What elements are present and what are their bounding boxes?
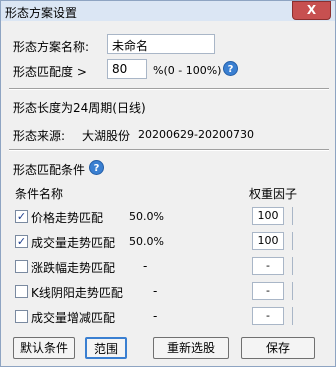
condition-name-header: 条件名称: [15, 187, 64, 201]
volume-change-label[interactable]: 成交量增减匹配: [31, 309, 115, 326]
kline-trend-label[interactable]: K线阴阳走势匹配: [31, 284, 123, 301]
match-range-text: %(0 - 100%): [153, 64, 222, 77]
title-bar[interactable]: 形态方案设置 X: [1, 1, 335, 21]
conditions-title: 形态匹配条件: [13, 163, 86, 177]
kline-trend-weight-spinner[interactable]: [284, 282, 293, 300]
kline-trend-percent: -: [153, 284, 158, 298]
change-trend-weight-spinner[interactable]: [284, 257, 293, 275]
change-trend-checkbox[interactable]: [15, 260, 28, 273]
separator: [9, 149, 329, 151]
volume-change-weight[interactable]: -: [252, 307, 284, 325]
change-trend-weight[interactable]: -: [252, 257, 284, 275]
scheme-name-input[interactable]: 未命名: [107, 34, 215, 54]
volume-trend-weight[interactable]: 100: [252, 232, 284, 250]
range-button[interactable]: 范围: [85, 337, 127, 359]
price-trend-weight-spinner[interactable]: [284, 207, 293, 225]
save-button[interactable]: 保存: [241, 337, 315, 359]
scheme-name-label: 形态方案名称:: [13, 40, 90, 54]
pattern-length-text: 形态长度为24周期(日线): [13, 101, 146, 115]
close-button[interactable]: X: [292, 1, 331, 20]
reselect-stocks-button[interactable]: 重新选股: [153, 337, 229, 359]
volume-trend-weight-spinner[interactable]: [284, 232, 293, 250]
window-title: 形态方案设置: [5, 6, 78, 20]
pattern-source-label: 形态来源:: [13, 129, 66, 143]
volume-change-checkbox[interactable]: [15, 310, 28, 323]
help-icon[interactable]: ?: [223, 61, 238, 76]
match-degree-input[interactable]: 80: [107, 59, 147, 79]
volume-change-percent: -: [153, 309, 158, 323]
scheme-settings-dialog: 形态方案设置 X 形态方案名称: 未命名 形态匹配度 > 80 %(0 - 10…: [0, 0, 336, 367]
kline-trend-weight[interactable]: -: [252, 282, 284, 300]
separator: [9, 88, 329, 90]
default-conditions-button[interactable]: 默认条件: [13, 337, 75, 359]
price-trend-percent: 50.0%: [129, 210, 164, 223]
match-degree-label: 形态匹配度 >: [13, 65, 87, 79]
pattern-source-dates: 20200629-20200730: [138, 128, 254, 141]
volume-trend-checkbox[interactable]: ✓: [15, 235, 28, 248]
price-trend-checkbox[interactable]: ✓: [15, 210, 28, 223]
kline-trend-checkbox[interactable]: [15, 285, 28, 298]
change-trend-label[interactable]: 涨跌幅走势匹配: [31, 259, 115, 276]
change-trend-percent: -: [143, 259, 148, 273]
weight-factor-header: 权重因子: [249, 187, 298, 201]
volume-trend-label[interactable]: 成交量走势匹配: [31, 234, 115, 251]
help-icon[interactable]: ?: [89, 160, 104, 175]
price-trend-weight[interactable]: 100: [252, 207, 284, 225]
volume-change-weight-spinner[interactable]: [284, 307, 293, 325]
volume-trend-percent: 50.0%: [129, 235, 164, 248]
price-trend-label[interactable]: 价格走势匹配: [31, 209, 103, 226]
pattern-source-name: 大湖股份: [82, 129, 131, 143]
